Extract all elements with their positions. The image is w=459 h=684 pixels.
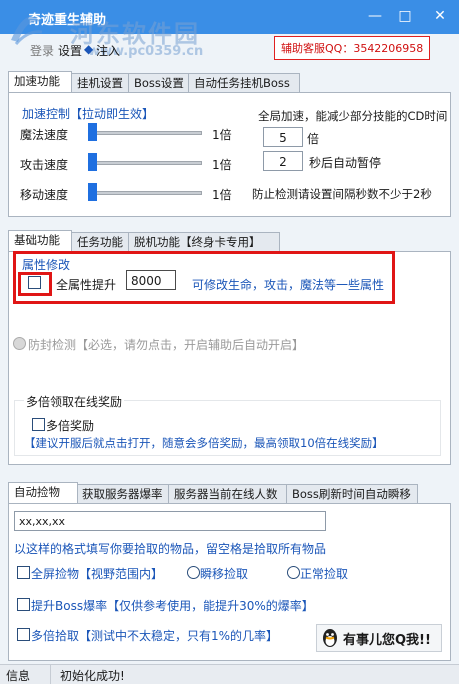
multi-pickup-label: 多倍拾取【测试中不太稳定，只有1%的几率】 — [31, 629, 279, 643]
normal-pickup-label: 正常捡取 — [300, 567, 349, 581]
boss-drop-label: 提升Boss爆率【仅供参考使用，能提升30%的爆率】 — [31, 599, 314, 613]
tab-idle[interactable]: 挂机设置 — [71, 73, 135, 92]
tab-online-count[interactable]: 服务器当前在线人数 — [168, 484, 292, 503]
multiplier-input[interactable]: 5 — [263, 127, 303, 147]
pause-unit: 秒后自动暂停 — [309, 156, 382, 170]
move-speed-value: 1倍 — [212, 188, 232, 202]
interval-warning: 防止检测请设置间隔秒数不少于2秒 — [252, 187, 432, 201]
move-speed-thumb[interactable] — [88, 183, 97, 201]
menu-settings[interactable]: 设置 — [58, 42, 82, 59]
menu-diamond: ◆ — [84, 42, 94, 56]
qq-contact-label: 有事儿您Q我!! — [343, 633, 431, 648]
boss-drop-checkbox[interactable] — [17, 598, 30, 611]
all-attr-label: 全属性提升 — [56, 278, 117, 292]
tab-auto-task[interactable]: 自动任务挂机Boss — [188, 73, 300, 92]
reward-note: 【建议开服后就点击打开，随意会多倍奖励，最高领取10倍在线奖励】 — [24, 436, 384, 450]
attr-hint: 可修改生命，攻击，魔法等一些属性 — [192, 278, 385, 292]
attack-speed-label: 攻击速度 — [20, 158, 69, 172]
tab-auto-pickup[interactable]: 自动捡物 — [8, 482, 78, 503]
multi-pickup-checkbox[interactable] — [17, 628, 30, 641]
teleport-pickup-radio[interactable] — [187, 566, 200, 579]
tab-offline[interactable]: 脱机功能【终身卡专用】 — [128, 232, 280, 251]
minimize-button[interactable]: — — [360, 4, 390, 28]
pause-seconds-input[interactable]: 2 — [263, 151, 303, 171]
teleport-pickup-label: 瞬移捡取 — [200, 567, 249, 581]
status-label: 信息 — [6, 669, 31, 683]
title-bar: 奇迹重生辅助 — □ ✕ — [0, 0, 459, 34]
fullscreen-pickup-checkbox[interactable] — [17, 566, 30, 579]
service-qq-label: 辅助客服QQ：3542206958 — [274, 36, 431, 60]
qq-penguin-icon — [323, 629, 337, 647]
all-attr-checkbox[interactable] — [28, 276, 41, 289]
pickup-items-input[interactable]: xx,xx,xx — [14, 511, 326, 531]
tab-speed[interactable]: 加速功能 — [8, 71, 72, 92]
status-divider — [50, 665, 51, 684]
move-speed-slider[interactable] — [88, 191, 202, 195]
attribute-group-title: 属性修改 — [22, 258, 71, 272]
magic-speed-thumb[interactable] — [88, 123, 97, 141]
speed-group-title: 加速控制【拉动即生效】 — [22, 107, 155, 121]
status-message: 初始化成功! — [60, 669, 125, 683]
tab-boss-refresh[interactable]: Boss刷新时间自动瞬移 — [286, 484, 418, 503]
global-accel-title: 全局加速，能减少部分技能的CD时间 — [258, 109, 448, 123]
multiplier-unit: 倍 — [307, 132, 320, 146]
normal-pickup-radio[interactable] — [287, 566, 300, 579]
move-speed-label: 移动速度 — [20, 188, 69, 202]
tab-task[interactable]: 任务功能 — [71, 232, 135, 251]
tab-drop-rate[interactable]: 获取服务器爆率 — [76, 484, 176, 503]
anti-ban-label: 防封检测【必选，请勿点击，开启辅助后自动开启】 — [28, 338, 305, 352]
magic-speed-label: 魔法速度 — [20, 128, 69, 142]
reward-group-title: 多倍领取在线奖励 — [24, 393, 125, 410]
menu-login[interactable]: 登录 — [30, 42, 54, 59]
magic-speed-value: 1倍 — [212, 128, 232, 142]
status-bar: 信息 初始化成功! — [0, 664, 459, 684]
anti-ban-radio[interactable] — [13, 337, 26, 350]
tab-basic[interactable]: 基础功能 — [8, 230, 72, 251]
multi-reward-label: 多倍奖励 — [46, 419, 95, 433]
multi-reward-checkbox[interactable] — [32, 418, 45, 431]
menu-inject[interactable]: 注入 — [96, 42, 120, 59]
pickup-format-hint: 以这样的格式填写你要拾取的物品，留空格是拾取所有物品 — [14, 542, 327, 556]
attack-speed-thumb[interactable] — [88, 153, 97, 171]
maximize-button[interactable]: □ — [390, 4, 420, 28]
fullscreen-pickup-label: 全屏捡物【视野范围内】 — [31, 567, 164, 581]
magic-speed-slider[interactable] — [88, 131, 202, 135]
tab-boss[interactable]: Boss设置 — [128, 73, 193, 92]
close-button[interactable]: ✕ — [425, 4, 455, 28]
attack-speed-value: 1倍 — [212, 158, 232, 172]
attr-value-input[interactable]: 8000 — [126, 270, 176, 290]
attack-speed-slider[interactable] — [88, 161, 202, 165]
qq-contact-button[interactable]: 有事儿您Q我!! — [316, 624, 442, 652]
